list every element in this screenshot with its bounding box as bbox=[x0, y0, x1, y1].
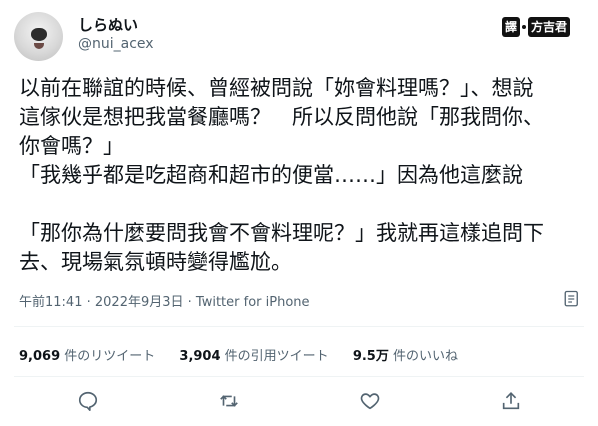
retweets-label: 件のリツイート bbox=[60, 349, 156, 364]
tweet-meta: 午前11:41 · 2022年9月3日 · Twitter for iPhone bbox=[19, 291, 310, 310]
heart-icon[interactable] bbox=[359, 390, 381, 412]
translator-watermark: 譯 方吉君 bbox=[502, 16, 592, 38]
likes-stat[interactable]: 9.5万 件のいいね bbox=[353, 349, 458, 364]
tweet-line: 「那你為什麼要問我會不會料理呢？」我就再這樣追問下 bbox=[19, 221, 544, 245]
divider bbox=[14, 376, 584, 377]
avatar[interactable] bbox=[14, 12, 63, 61]
watermark-dot bbox=[522, 25, 527, 29]
likes-label: 件のいいね bbox=[388, 349, 458, 364]
watermark-left: 譯 bbox=[502, 17, 521, 37]
action-bar bbox=[0, 388, 598, 414]
retweets-count: 9,069 bbox=[19, 349, 61, 364]
watermark-right: 方吉君 bbox=[528, 17, 571, 37]
reply-icon[interactable] bbox=[77, 390, 99, 412]
likes-count: 9.5万 bbox=[352, 349, 389, 364]
quotes-count: 3,904 bbox=[179, 349, 221, 364]
quotes-label: 件の引用ツイート bbox=[220, 349, 329, 364]
tweet-line: 去、現場氣氛頓時變得尷尬。 bbox=[19, 250, 292, 274]
tweet-source-link[interactable]: Twitter for iPhone bbox=[196, 295, 310, 310]
divider bbox=[14, 326, 584, 327]
tweet-text: 以前在聯誼的時候、曾經被問說「妳會料理嗎？」、想說 這傢伙是想把我當餐廳嗎？ 所… bbox=[19, 74, 584, 277]
analytics-icon[interactable] bbox=[563, 290, 581, 308]
tweet-time-link[interactable]: 午前11:41 · 2022年9月3日 bbox=[19, 295, 184, 310]
tweet-line: 這傢伙是想把我當餐廳嗎？ 所以反問他說「那我問你、 bbox=[19, 105, 544, 129]
retweet-icon[interactable] bbox=[218, 390, 240, 412]
share-icon[interactable] bbox=[500, 390, 522, 412]
tweet-line: 「我幾乎都是吃超商和超市的便當……」因為他這麼說 bbox=[19, 163, 523, 187]
tweet-line: 你會嗎？」 bbox=[19, 134, 124, 158]
user-handle[interactable]: @nui_acex bbox=[78, 36, 154, 52]
tweet-line: 以前在聯誼的時候、曾經被問說「妳會料理嗎？」、想說 bbox=[19, 76, 534, 100]
retweets-stat[interactable]: 9,069 件のリツイート bbox=[19, 349, 155, 364]
tweet-date: 2022年9月3日 bbox=[94, 295, 184, 310]
quotes-stat[interactable]: 3,904 件の引用ツイート bbox=[179, 349, 328, 364]
tweet-stats: 9,069 件のリツイート 3,904 件の引用ツイート 9.5万 件のいいね bbox=[19, 345, 478, 364]
meta-separator: · bbox=[183, 295, 196, 310]
display-name[interactable]: しらぬい bbox=[78, 14, 138, 35]
meta-separator: · bbox=[82, 295, 95, 310]
avatar-mouth bbox=[34, 43, 44, 49]
avatar-nose bbox=[31, 28, 47, 41]
tweet-time: 午前11:41 bbox=[19, 295, 83, 310]
